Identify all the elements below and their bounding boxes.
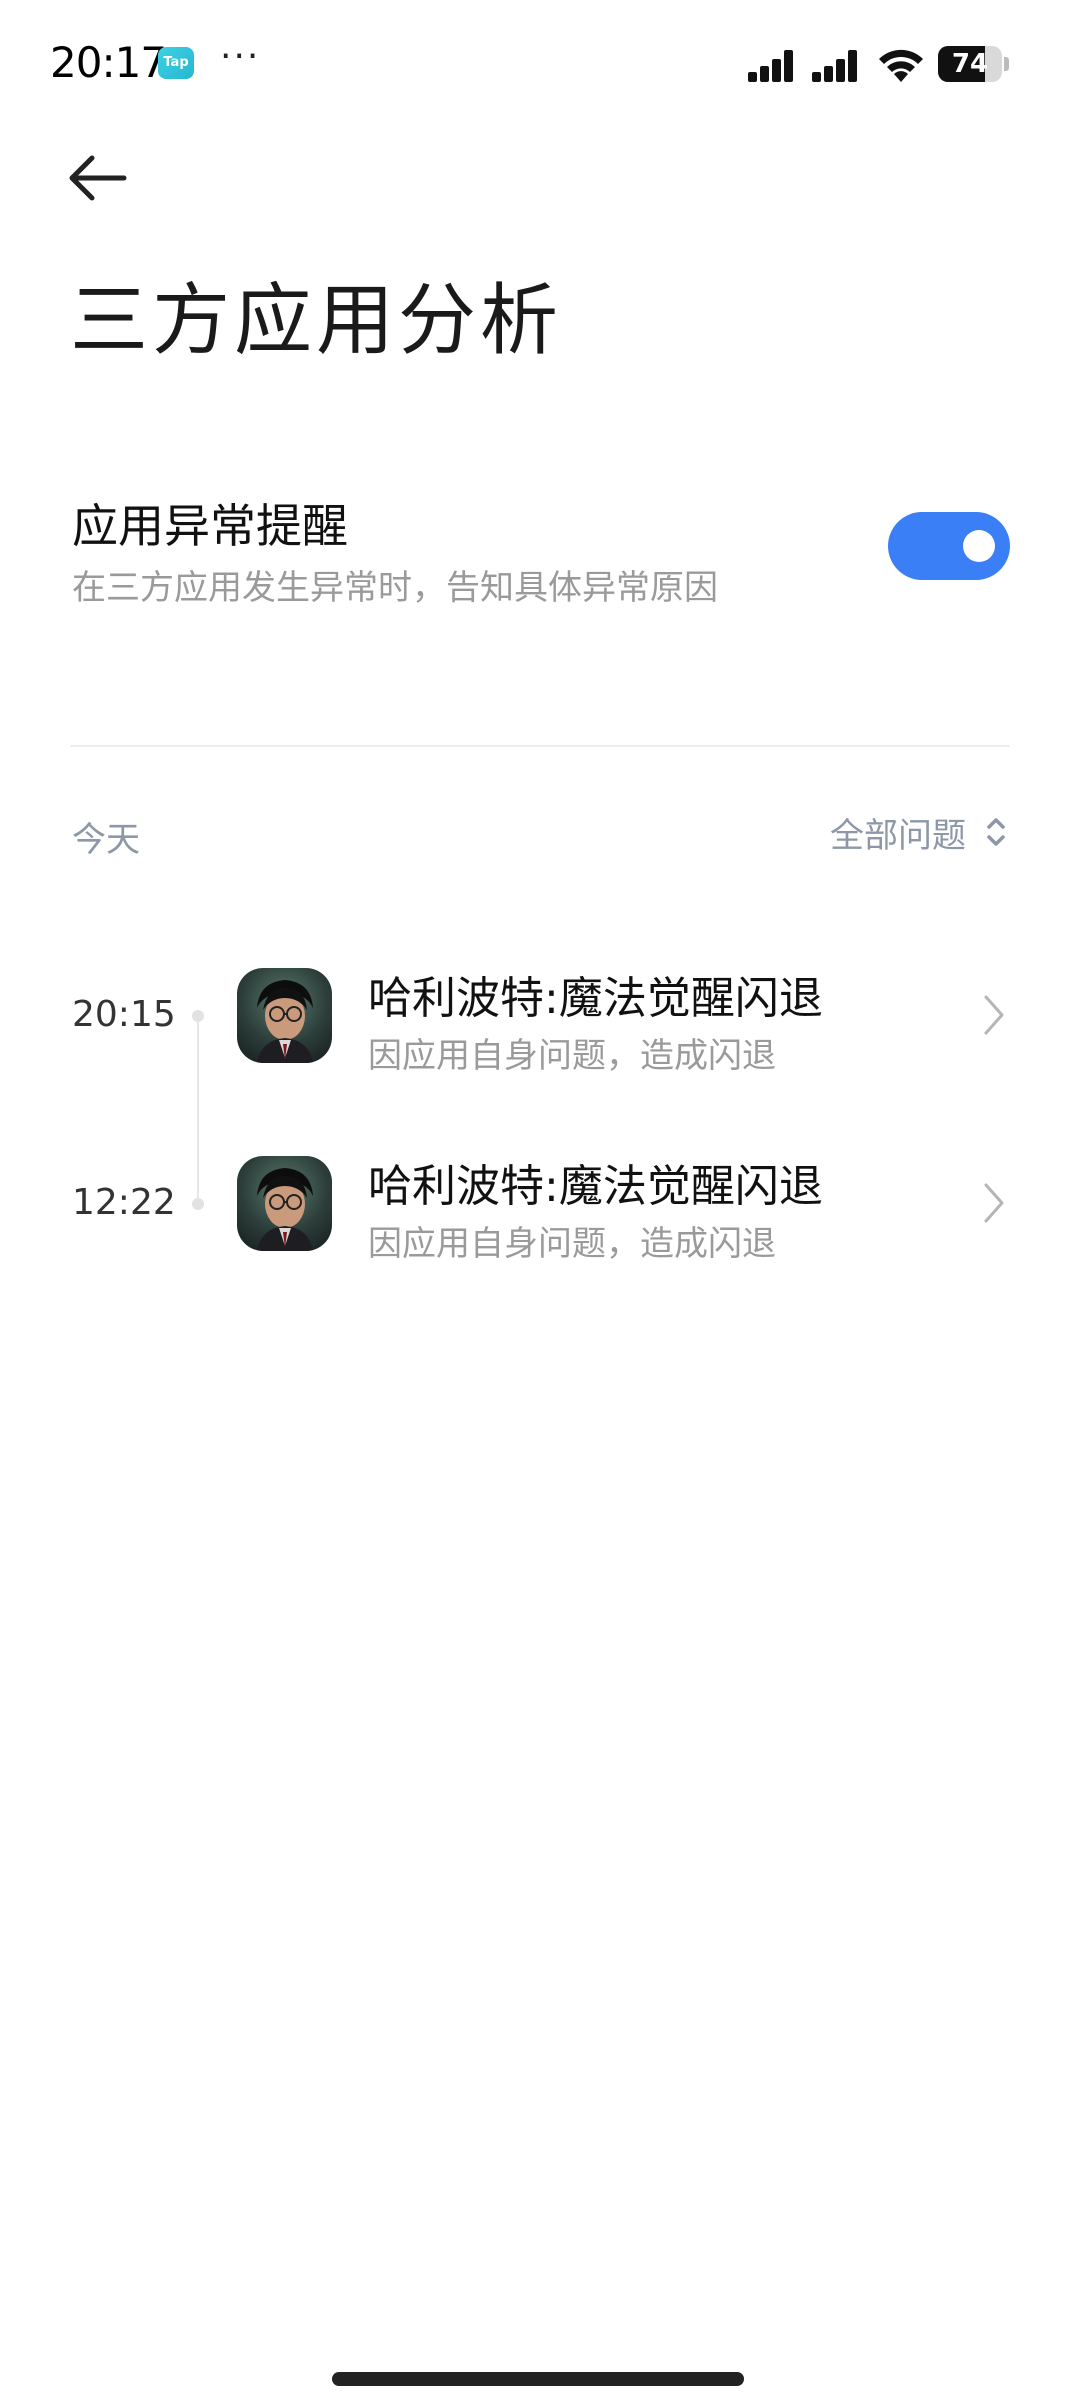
log-time: 20:15 — [72, 994, 176, 1035]
date-label: 今天 — [72, 820, 140, 860]
anomaly-alert-toggle[interactable] — [888, 512, 1010, 580]
status-time: 20:17 — [50, 38, 167, 87]
log-subtitle: 因应用自身问题，造成闪退 — [368, 1224, 776, 1264]
anomaly-alert-setting[interactable]: 应用异常提醒 在三方应用发生异常时，告知具体异常原因 — [70, 480, 1010, 620]
filter-label: 全部问题 — [830, 815, 966, 856]
log-title: 哈利波特:魔法觉醒闪退 — [368, 973, 823, 1024]
timeline-dot — [192, 1198, 204, 1210]
chevron-right-icon — [984, 1183, 1004, 1223]
back-arrow-icon[interactable] — [64, 150, 130, 206]
toggle-knob — [963, 530, 995, 562]
log-subtitle: 因应用自身问题，造成闪退 — [368, 1036, 776, 1076]
chevron-up-down-icon — [987, 818, 1005, 846]
setting-description: 在三方应用发生异常时，告知具体异常原因 — [72, 568, 718, 608]
status-bar: 20:17 Tap ··· 74 — [0, 0, 1080, 130]
app-screen: 20:17 Tap ··· 74 三方应用分析 应用异常提醒 在三方应用发生异常… — [0, 0, 1080, 2403]
cellular-signal-icon — [812, 50, 857, 82]
page-title: 三方应用分析 — [70, 276, 563, 366]
list-item[interactable]: 20:15 哈利波特:魔法觉醒闪退 因应用自身问题，造成闪退 — [0, 940, 1080, 1090]
log-title: 哈利波特:魔法觉醒闪退 — [368, 1161, 823, 1212]
harry-potter-app-icon — [237, 1156, 332, 1251]
divider — [70, 745, 1010, 747]
wifi-icon — [879, 49, 923, 82]
setting-title: 应用异常提醒 — [72, 499, 348, 553]
more-notifications-icon: ··· — [220, 36, 261, 77]
battery-level: 74 — [951, 49, 989, 79]
log-time: 12:22 — [72, 1182, 176, 1223]
battery-icon: 74 — [938, 46, 1010, 82]
home-indicator[interactable] — [332, 2372, 744, 2386]
tap-app-icon: Tap — [158, 47, 194, 79]
list-item[interactable]: 12:22 哈利波特:魔法觉醒闪退 因应用自身问题，造成闪退 — [0, 1128, 1080, 1278]
issue-filter-dropdown[interactable]: 全部问题 — [830, 806, 1010, 858]
cellular-signal-icon — [748, 50, 793, 82]
harry-potter-app-icon — [237, 968, 332, 1063]
chevron-right-icon — [984, 995, 1004, 1035]
timeline-dot — [192, 1010, 204, 1022]
